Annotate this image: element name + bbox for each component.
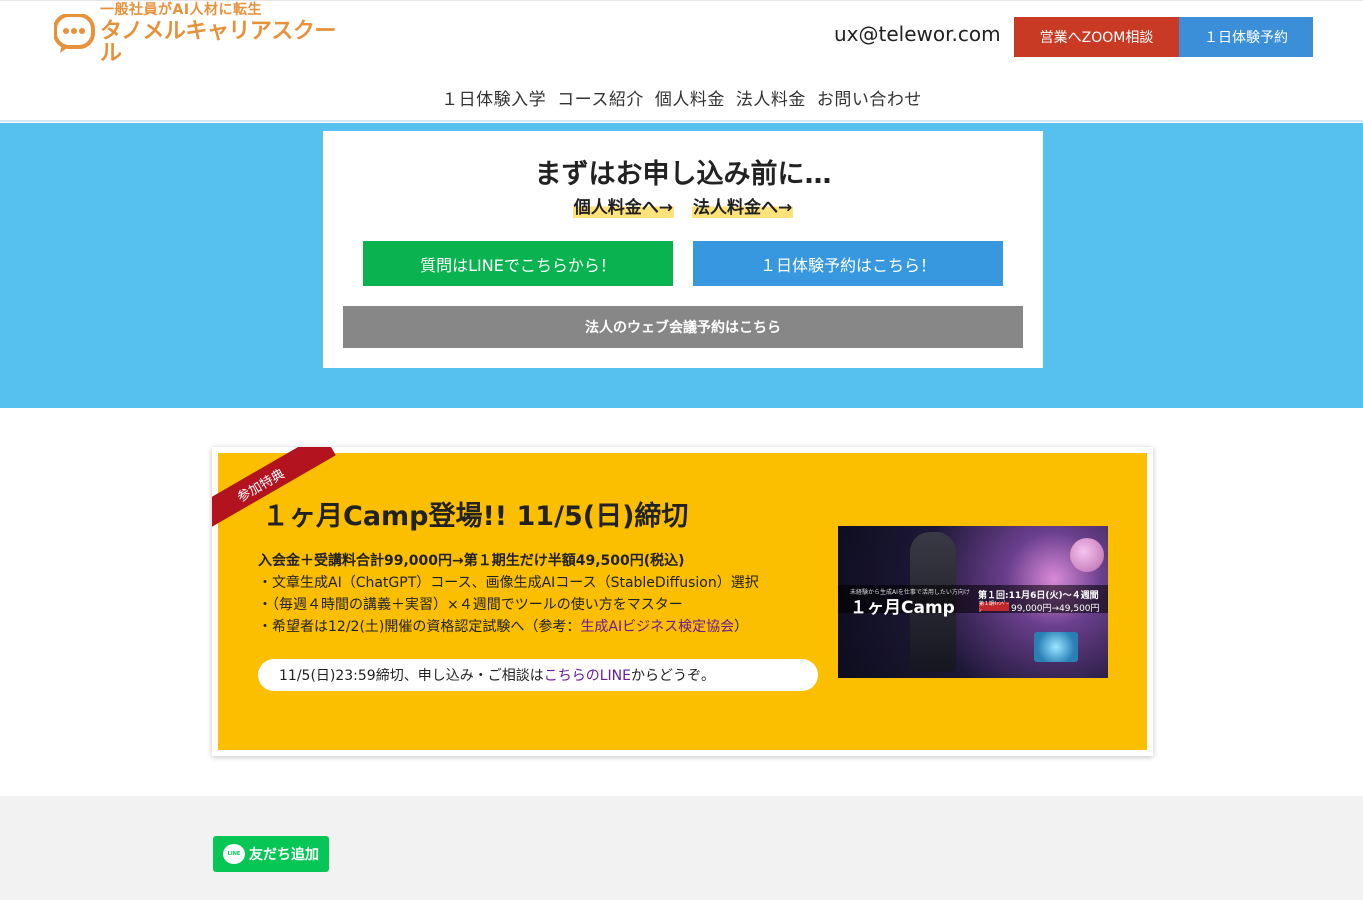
line-question-button[interactable]: 質問はLINEでこちらから！ xyxy=(363,241,673,286)
exam-line-suffix: ） xyxy=(734,619,749,635)
hero-card: まずはお申し込み前に… 個人料金へ→ 法人料金へ→ 質問はLINEでこちらから！… xyxy=(323,131,1043,368)
planet-graphic xyxy=(1070,538,1104,572)
main-nav: １日体験入学 コース紹介 個人料金 法人料金 お問い合わせ xyxy=(0,85,1363,110)
banner-title: １ヶ月Camp xyxy=(850,598,955,618)
nav-item-personal-price[interactable]: 個人料金 xyxy=(655,85,725,110)
deadline-suffix: からどうぞ。 xyxy=(630,668,715,684)
campaign-price-line: 入会金＋受講料合計99,000円→第１期生だけ半額49,500円(税込) xyxy=(258,553,685,569)
campaign-details: 入会金＋受講料合計99,000円→第１期生だけ半額49,500円(税込) ・文章… xyxy=(258,550,759,638)
corporate-meeting-button[interactable]: 法人のウェブ会議予約はこちら xyxy=(343,306,1023,348)
add-friend-label: 友だち追加 xyxy=(249,847,319,863)
logo-tagline: 一般社員がAI人材に転生 xyxy=(100,2,263,18)
line-icon: LINE xyxy=(223,844,245,864)
trial-reserve-button[interactable]: １日体験予約 xyxy=(1179,17,1313,57)
contact-email[interactable]: ux@telewor.com xyxy=(834,22,1001,46)
site-logo[interactable]: 一般社員がAI人材に転生 タノメルキャリアスクール xyxy=(53,3,344,65)
deadline-notice: 11/5(日)23:59締切、申し込み・ご相談は こちらのLINE からどうぞ。 xyxy=(258,659,818,691)
trial-reserve-cta-button[interactable]: １日体験予約はこちら！ xyxy=(693,241,1003,286)
camp-banner-image[interactable]: 未経験から生成AIを仕事で活用したい方向け １ヶ月Camp 第１回:11月6日(… xyxy=(838,526,1108,678)
line-contact-link[interactable]: こちらのLINE xyxy=(544,665,631,685)
nav-item-trial[interactable]: １日体験入学 xyxy=(441,85,546,110)
price-links: 個人料金へ→ 法人料金へ→ xyxy=(323,193,1043,218)
zoom-consult-button[interactable]: 営業へZOOM相談 xyxy=(1014,17,1179,57)
chat-bubble-logo-icon xyxy=(53,13,96,54)
hero-section: まずはお申し込み前に… 個人料金へ→ 法人料金へ→ 質問はLINEでこちらから！… xyxy=(0,123,1363,408)
nav-item-contact[interactable]: お問い合わせ xyxy=(817,85,922,110)
campaign-box: 参加特典 １ヶ月Camp登場!! 11/5(日)締切 入会金＋受講料合計99,0… xyxy=(212,447,1153,756)
campaign-schedule-line: ・（毎週４時間の講義＋実習）×４週間でツールの使い方をマスター xyxy=(258,597,683,613)
exam-line-prefix: ・希望者は12/2(土)開催の資格認定試験へ（参考： xyxy=(258,619,581,635)
campaign-course-line: ・文章生成AI（ChatGPT）コース、画像生成AIコース（StableDiff… xyxy=(258,575,759,591)
line-add-friend-button[interactable]: LINE 友だち追加 xyxy=(213,836,329,872)
banner-price: 99,000円→49,500円 xyxy=(1011,604,1100,614)
laptop-graphic xyxy=(1034,632,1078,662)
site-header: 一般社員がAI人材に転生 タノメルキャリアスクール ux@telewor.com… xyxy=(0,0,1363,122)
banner-badge: 第１期ｷｬﾝﾍﾟｰﾝ xyxy=(979,600,1010,614)
campaign-title: １ヶ月Camp登場!! 11/5(日)締切 xyxy=(262,501,689,532)
campaign-panel: 参加特典 １ヶ月Camp登場!! 11/5(日)締切 入会金＋受講料合計99,0… xyxy=(212,447,1147,750)
ai-business-association-link[interactable]: 生成AIビジネス検定協会 xyxy=(580,619,734,635)
deadline-prefix: 11/5(日)23:59締切、申し込み・ご相談は xyxy=(279,668,544,684)
campaign-exam-line: ・希望者は12/2(土)開催の資格認定試験へ（参考：生成AIビジネス検定協会） xyxy=(258,616,759,638)
nav-item-courses[interactable]: コース紹介 xyxy=(557,85,644,110)
nav-item-corporate-price[interactable]: 法人料金 xyxy=(736,85,806,110)
personal-price-link[interactable]: 個人料金へ→ xyxy=(572,193,674,218)
footer-section: LINE 友だち追加 xyxy=(0,796,1363,900)
corporate-price-link[interactable]: 法人料金へ→ xyxy=(692,193,794,218)
hero-title: まずはお申し込み前に… xyxy=(534,159,832,190)
logo-text: 一般社員がAI人材に転生 タノメルキャリアスクール xyxy=(100,3,344,65)
logo-name: タノメルキャリアスクール xyxy=(100,19,336,66)
